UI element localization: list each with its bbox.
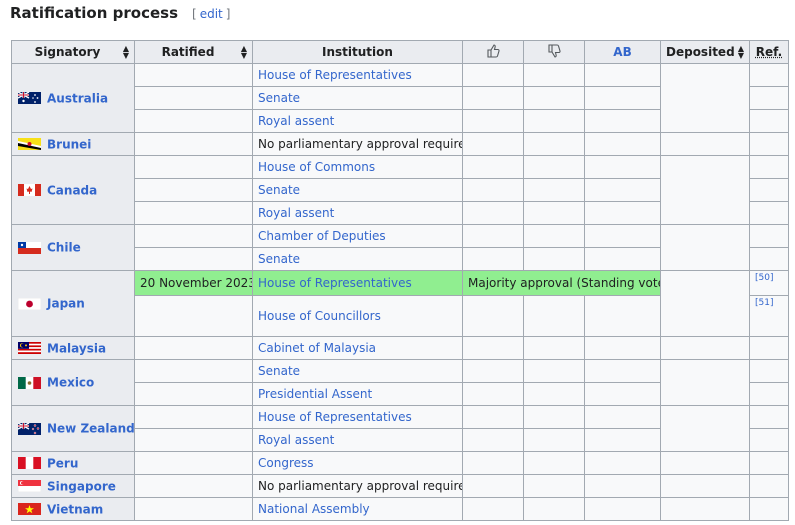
signatory-mexico: Mexico [11, 359, 135, 406]
institution-link[interactable]: House of Representatives [252, 405, 463, 429]
flag-australia-icon [18, 92, 41, 105]
institution-link[interactable]: Royal assent [252, 428, 463, 452]
signatory-link[interactable]: Mexico [47, 376, 94, 390]
thumbs-up-icon [487, 43, 500, 58]
column-header-ab[interactable]: AB [584, 40, 661, 64]
sort-icon: ▲ ▼ [122, 44, 129, 60]
column-header-signatory[interactable]: Signatory ▲ ▼ [11, 40, 135, 64]
institution-link[interactable]: Presidential Assent [252, 382, 463, 406]
flag-mexico-icon [18, 376, 41, 389]
flag-chile-icon [18, 241, 41, 254]
edit-link[interactable]: edit [197, 7, 226, 21]
signatory-link[interactable]: Canada [47, 183, 97, 197]
institution-link[interactable]: House of Commons [252, 155, 463, 179]
institution-link[interactable]: House of Representatives [252, 63, 463, 87]
sort-icon: ▲ ▼ [240, 44, 247, 60]
table-row: New Zealand House of Representatives [11, 405, 789, 452]
flag-new-zealand-icon [18, 422, 41, 435]
signatory-link[interactable]: Australia [47, 91, 108, 105]
signatory-australia: Australia [11, 63, 135, 133]
column-header-no [523, 40, 585, 64]
signatory-link[interactable]: Peru [47, 456, 78, 470]
ref-link[interactable]: [51] [749, 295, 789, 337]
signatory-singapore: Singapore [11, 474, 135, 498]
header-row: Signatory ▲ ▼ Ratified ▲ ▼ Institution AB De… [11, 40, 789, 64]
flag-malaysia-icon [18, 342, 41, 355]
signatory-japan: Japan [11, 270, 135, 337]
signatory-new-zealand: New Zealand [11, 405, 135, 452]
section-title: Ratification process [10, 4, 178, 22]
signatory-link[interactable]: Vietnam [47, 502, 103, 516]
column-header-deposited[interactable]: Deposited ▲ ▼ [660, 40, 750, 64]
institution-link[interactable]: National Assembly [252, 497, 463, 521]
institution-link[interactable]: Royal assent [252, 109, 463, 133]
institution-text: No parliamentary approval required [252, 132, 463, 156]
edit-section: [edit] [192, 7, 231, 21]
ratification-table: Signatory ▲ ▼ Ratified ▲ ▼ Institution AB De… [11, 40, 789, 521]
table-row: Malaysia Cabinet of Malaysia [11, 336, 789, 360]
flag-singapore-icon [18, 480, 41, 493]
vote-result: Majority approval (Standing vote) [462, 270, 661, 296]
table-row: Japan 20 November 2023 House of Represen… [11, 270, 789, 337]
signatory-peru: Peru [11, 451, 135, 475]
institution-link[interactable]: House of Councillors [252, 295, 463, 337]
flag-canada-icon [18, 184, 41, 197]
ratified-date: 20 November 2023 [134, 270, 253, 296]
signatory-link[interactable]: Brunei [47, 137, 91, 151]
thumbs-down-icon [548, 43, 561, 58]
signatory-chile: Chile [11, 224, 135, 271]
institution-link[interactable]: Senate [252, 86, 463, 110]
table-row: Mexico Senate [11, 359, 789, 406]
institution-link[interactable]: House of Representatives [252, 270, 463, 296]
deposited-cell [660, 63, 750, 133]
ref-link[interactable]: [50] [749, 270, 789, 296]
signatory-brunei: Brunei [11, 132, 135, 156]
sort-icon: ▲ ▼ [737, 44, 744, 60]
institution-link[interactable]: Senate [252, 247, 463, 271]
table-row: Vietnam National Assembly [11, 497, 789, 521]
institution-link[interactable]: Chamber of Deputies [252, 224, 463, 248]
signatory-malaysia: Malaysia [11, 336, 135, 360]
signatory-canada: Canada [11, 155, 135, 225]
section-heading: Ratification process [edit] [10, 4, 230, 26]
table-row: Singapore No parliamentary approval requ… [11, 474, 789, 498]
table-row: Chile Chamber of Deputies [11, 224, 789, 271]
signatory-link[interactable]: Malaysia [47, 341, 106, 355]
signatory-link[interactable]: Chile [47, 241, 81, 255]
column-header-institution: Institution [252, 40, 463, 64]
table-row: Brunei No parliamentary approval require… [11, 132, 789, 156]
institution-link[interactable]: Royal assent [252, 201, 463, 225]
institution-link[interactable]: Senate [252, 178, 463, 202]
ratified-cell [134, 63, 253, 87]
table-row: Canada House of Commons [11, 155, 789, 225]
column-header-ref: Ref. [749, 40, 789, 64]
signatory-link[interactable]: Singapore [47, 479, 116, 493]
ref-cell [749, 63, 789, 87]
column-header-yes [462, 40, 524, 64]
institution-link[interactable]: Congress [252, 451, 463, 475]
institution-link[interactable]: Cabinet of Malaysia [252, 336, 463, 360]
signatory-link[interactable]: New Zealand [47, 422, 134, 436]
flag-brunei-icon [18, 138, 41, 151]
institution-text: No parliamentary approval required [252, 474, 463, 498]
signatory-link[interactable]: Japan [47, 297, 85, 311]
signatory-vietnam: Vietnam [11, 497, 135, 521]
flag-vietnam-icon [18, 503, 41, 516]
table-row: Australia House of Representatives [11, 63, 789, 133]
column-header-ratified[interactable]: Ratified ▲ ▼ [134, 40, 253, 64]
flag-japan-icon [18, 297, 41, 310]
institution-link[interactable]: Senate [252, 359, 463, 383]
flag-peru-icon [18, 457, 41, 470]
table-row: Peru Congress [11, 451, 789, 475]
